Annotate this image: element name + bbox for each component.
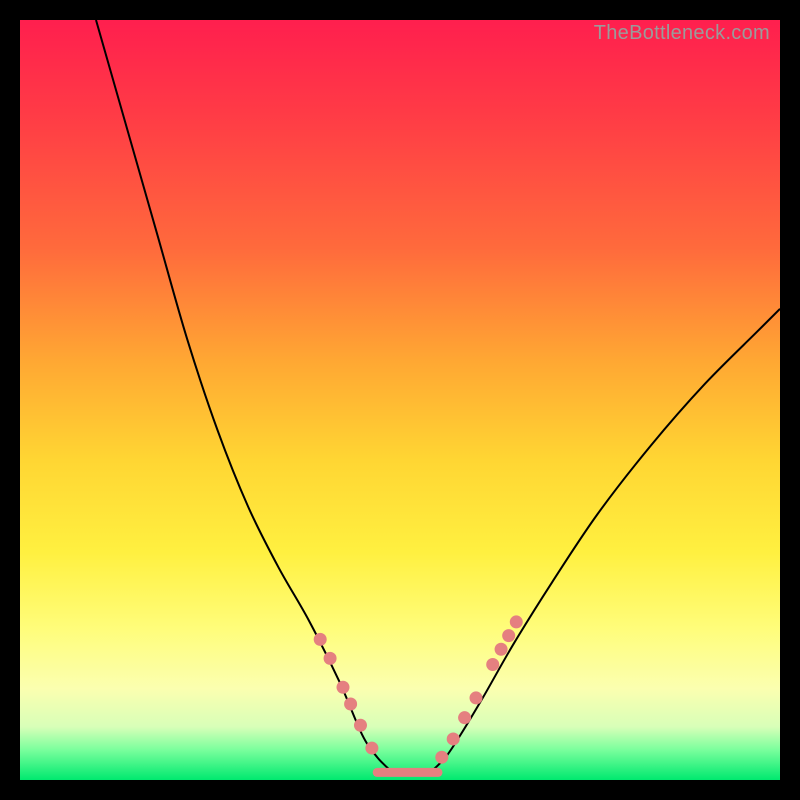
highlight-dot	[458, 711, 471, 724]
highlight-dot	[510, 615, 523, 628]
highlight-dot	[314, 633, 327, 646]
highlight-dot	[486, 658, 499, 671]
highlight-dot	[495, 643, 508, 656]
highlight-dot	[435, 751, 448, 764]
highlight-dot	[344, 698, 357, 711]
highlight-dot	[502, 629, 515, 642]
highlight-dot	[365, 742, 378, 755]
highlight-dot	[354, 719, 367, 732]
highlight-dots	[314, 615, 523, 763]
curves-svg	[20, 20, 780, 780]
left-curve	[96, 20, 392, 772]
highlight-dot	[447, 732, 460, 745]
highlight-dot	[337, 681, 350, 694]
chart-frame: TheBottleneck.com	[0, 0, 800, 800]
highlight-dot	[470, 691, 483, 704]
highlight-dot	[324, 652, 337, 665]
plot-area: TheBottleneck.com	[20, 20, 780, 780]
right-curve	[430, 309, 780, 773]
